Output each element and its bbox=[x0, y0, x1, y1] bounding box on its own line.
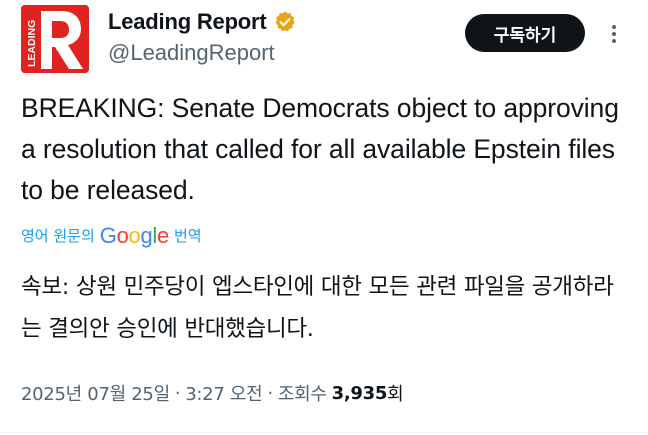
verified-badge-icon[interactable] bbox=[273, 10, 297, 34]
separator: · bbox=[267, 382, 273, 404]
tweet-meta: 2025년 07월 25일 · 3:27 오전 · 조회수 3,935 회 bbox=[21, 380, 404, 406]
name-row: Leading Report bbox=[108, 9, 297, 35]
account-handle[interactable]: @LeadingReport bbox=[108, 40, 275, 66]
display-name[interactable]: Leading Report bbox=[108, 9, 267, 35]
divider bbox=[0, 432, 648, 433]
more-options-icon[interactable] bbox=[604, 22, 624, 46]
google-logo: Google bbox=[99, 223, 169, 248]
tweet-date[interactable]: 2025년 07월 25일 bbox=[21, 380, 170, 406]
views-label[interactable]: 조회수 bbox=[278, 380, 327, 406]
translate-link[interactable]: 영어 원문의 Google 번역 bbox=[21, 222, 202, 248]
translate-suffix: 번역 bbox=[173, 226, 202, 245]
avatar-logo-text: LEADING bbox=[26, 20, 38, 67]
separator: · bbox=[174, 382, 181, 404]
avatar[interactable]: LEADING LEADING bbox=[21, 5, 89, 73]
subscribe-button[interactable]: 구독하기 bbox=[465, 14, 585, 52]
tweet-time[interactable]: 3:27 오전 bbox=[185, 380, 262, 406]
tweet-text: BREAKING: Senate Democrats object to app… bbox=[21, 93, 619, 205]
leading-report-logo: LEADING LEADING bbox=[21, 5, 89, 73]
translated-text: 속보: 상원 민주당이 엡스타인에 대한 모든 관련 파일을 공개하라는 결의안… bbox=[21, 274, 614, 342]
views-unit: 회 bbox=[387, 384, 404, 405]
views-count[interactable]: 3,935 bbox=[332, 383, 388, 404]
translate-prefix: 영어 원문의 bbox=[21, 226, 95, 245]
